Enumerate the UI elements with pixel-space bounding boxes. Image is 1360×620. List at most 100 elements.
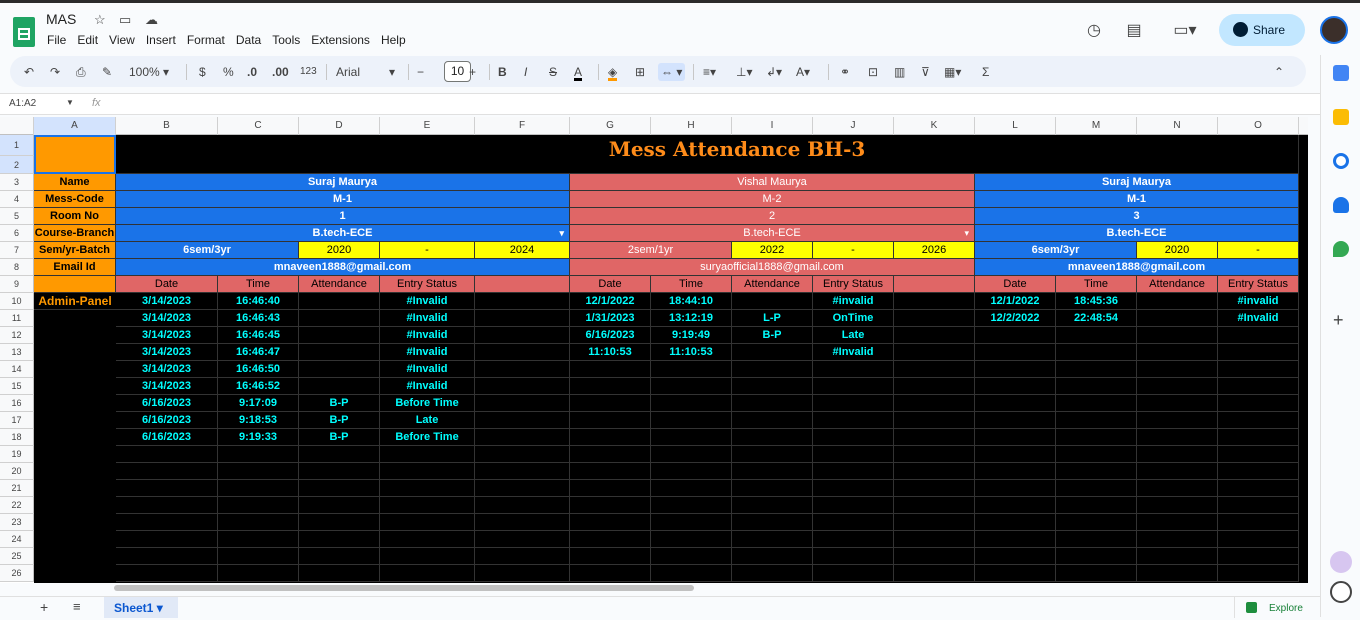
row-header-8[interactable]: 8 [0,259,34,276]
contacts-icon[interactable] [1333,197,1349,213]
grid-cell[interactable] [570,497,651,514]
grid-cell[interactable] [975,548,1056,565]
align-horizontal-icon[interactable]: ≡▾ [703,63,716,81]
all-sheets-icon[interactable]: ≡ [73,599,81,614]
grid-cell[interactable] [380,463,475,480]
table-cell[interactable]: 16:46:50 [218,361,299,378]
horizontal-scrollbar[interactable] [34,583,1308,593]
table-header-attendance[interactable]: Attendance [299,276,380,293]
grid-cell[interactable] [1218,514,1299,531]
grid-cell[interactable] [475,497,570,514]
decrease-decimal-button[interactable]: .0 [247,63,257,81]
grid-cell[interactable] [1137,395,1218,412]
redo-icon[interactable]: ↷ [50,63,60,81]
grid-cell[interactable] [894,531,975,548]
column-header-g[interactable]: G [570,117,651,135]
grid-cell[interactable] [475,429,570,446]
grid-cell[interactable] [651,446,732,463]
row-header-3[interactable]: 3 [0,174,34,191]
grid-cell[interactable] [570,395,651,412]
borders-icon[interactable]: ⊞ [635,63,645,81]
grid-cell[interactable] [475,548,570,565]
grid-cell[interactable] [732,412,813,429]
batch-start[interactable]: 2020 [1137,242,1218,259]
grid-cell[interactable] [1137,463,1218,480]
grid-cell[interactable] [475,446,570,463]
grid-cell[interactable] [1137,361,1218,378]
column-header-n[interactable]: N [1137,117,1218,135]
grid-cell[interactable] [813,480,894,497]
table-cell[interactable]: B-P [299,395,380,412]
cell-a1-a2[interactable] [34,135,116,174]
sem-year[interactable]: 6sem/3yr [975,242,1137,259]
insert-chart-icon[interactable]: ▥ [894,63,905,81]
grid-cell[interactable] [975,514,1056,531]
table-cell[interactable]: Before Time [380,429,475,446]
grid-cell[interactable] [651,514,732,531]
grid-cell[interactable] [1137,429,1218,446]
student-name[interactable]: Vishal Maurya [570,174,975,191]
grid-cell[interactable] [894,395,975,412]
table-header-date[interactable]: Date [116,276,218,293]
grid-cell[interactable] [1056,395,1137,412]
row-header-4[interactable]: 4 [0,191,34,208]
cell-a9[interactable] [34,276,116,293]
grid-cell[interactable] [813,429,894,446]
table-cell[interactable]: Before Time [380,395,475,412]
grid-cell[interactable] [299,531,380,548]
keep-icon[interactable] [1333,109,1349,125]
align-vertical-icon[interactable]: ⊥▾ [736,63,752,81]
row-header-14[interactable]: 14 [0,361,34,378]
grid-cell[interactable] [732,514,813,531]
chevron-down-icon[interactable]: ▼ [66,98,74,107]
row-label[interactable]: Sem/yr-Batch [34,242,116,259]
grid-cell[interactable] [1137,412,1218,429]
grid-cell[interactable] [116,565,218,582]
grid-cell[interactable] [218,565,299,582]
grid-cell[interactable] [380,514,475,531]
table-cell[interactable]: #Invalid [380,310,475,327]
font-size-increase-button[interactable]: + [469,63,476,81]
table-cell[interactable]: #Invalid [380,344,475,361]
grid-cell[interactable] [1137,548,1218,565]
grid-cell[interactable] [570,429,651,446]
table-cell[interactable]: Late [813,327,894,344]
font-size-decrease-button[interactable]: − [417,63,424,81]
table-header-entry-status[interactable]: Entry Status [380,276,475,293]
table-cell[interactable]: 6/16/2023 [570,327,651,344]
grid-cell[interactable] [651,395,732,412]
grid-cell[interactable] [1056,480,1137,497]
column-header-l[interactable]: L [975,117,1056,135]
batch-dash[interactable]: - [1218,242,1299,259]
calendar-icon[interactable] [1333,65,1349,81]
row-label[interactable]: Course-Branch [34,225,116,242]
chevron-down-icon[interactable]: ▾ [389,63,395,81]
grid-cell[interactable] [570,565,651,582]
move-folder-icon[interactable]: ▭ [119,12,131,28]
table-header-time[interactable]: Time [1056,276,1137,293]
grid-cell[interactable] [1056,514,1137,531]
filter-icon[interactable]: ⊽ [921,63,930,81]
table-cell[interactable]: 9:19:33 [218,429,299,446]
grid-cell[interactable] [218,514,299,531]
sem-year[interactable]: 2sem/1yr [570,242,732,259]
grid-cell[interactable] [813,565,894,582]
table-cell[interactable]: 3/14/2023 [116,310,218,327]
menu-view[interactable]: View [109,33,135,47]
mess-code[interactable]: M-1 [116,191,570,208]
table-cell[interactable]: 12/1/2022 [975,293,1056,310]
grid-cell[interactable] [1218,548,1299,565]
student-name[interactable]: Suraj Maurya [975,174,1299,191]
grid-cell[interactable] [1056,446,1137,463]
row-header-9[interactable]: 9 [0,276,34,293]
grid-cell[interactable] [1218,344,1299,361]
grid-cell[interactable] [1056,327,1137,344]
grid-cell[interactable] [475,327,570,344]
table-cell[interactable]: L-P [732,310,813,327]
grid-cell[interactable] [813,395,894,412]
grid-cell[interactable] [1056,344,1137,361]
grid-cell[interactable] [732,497,813,514]
table-cell[interactable]: 3/14/2023 [116,344,218,361]
collapse-toolbar-icon[interactable]: ⌃ [1274,63,1284,81]
column-header-a[interactable]: A [34,117,116,135]
